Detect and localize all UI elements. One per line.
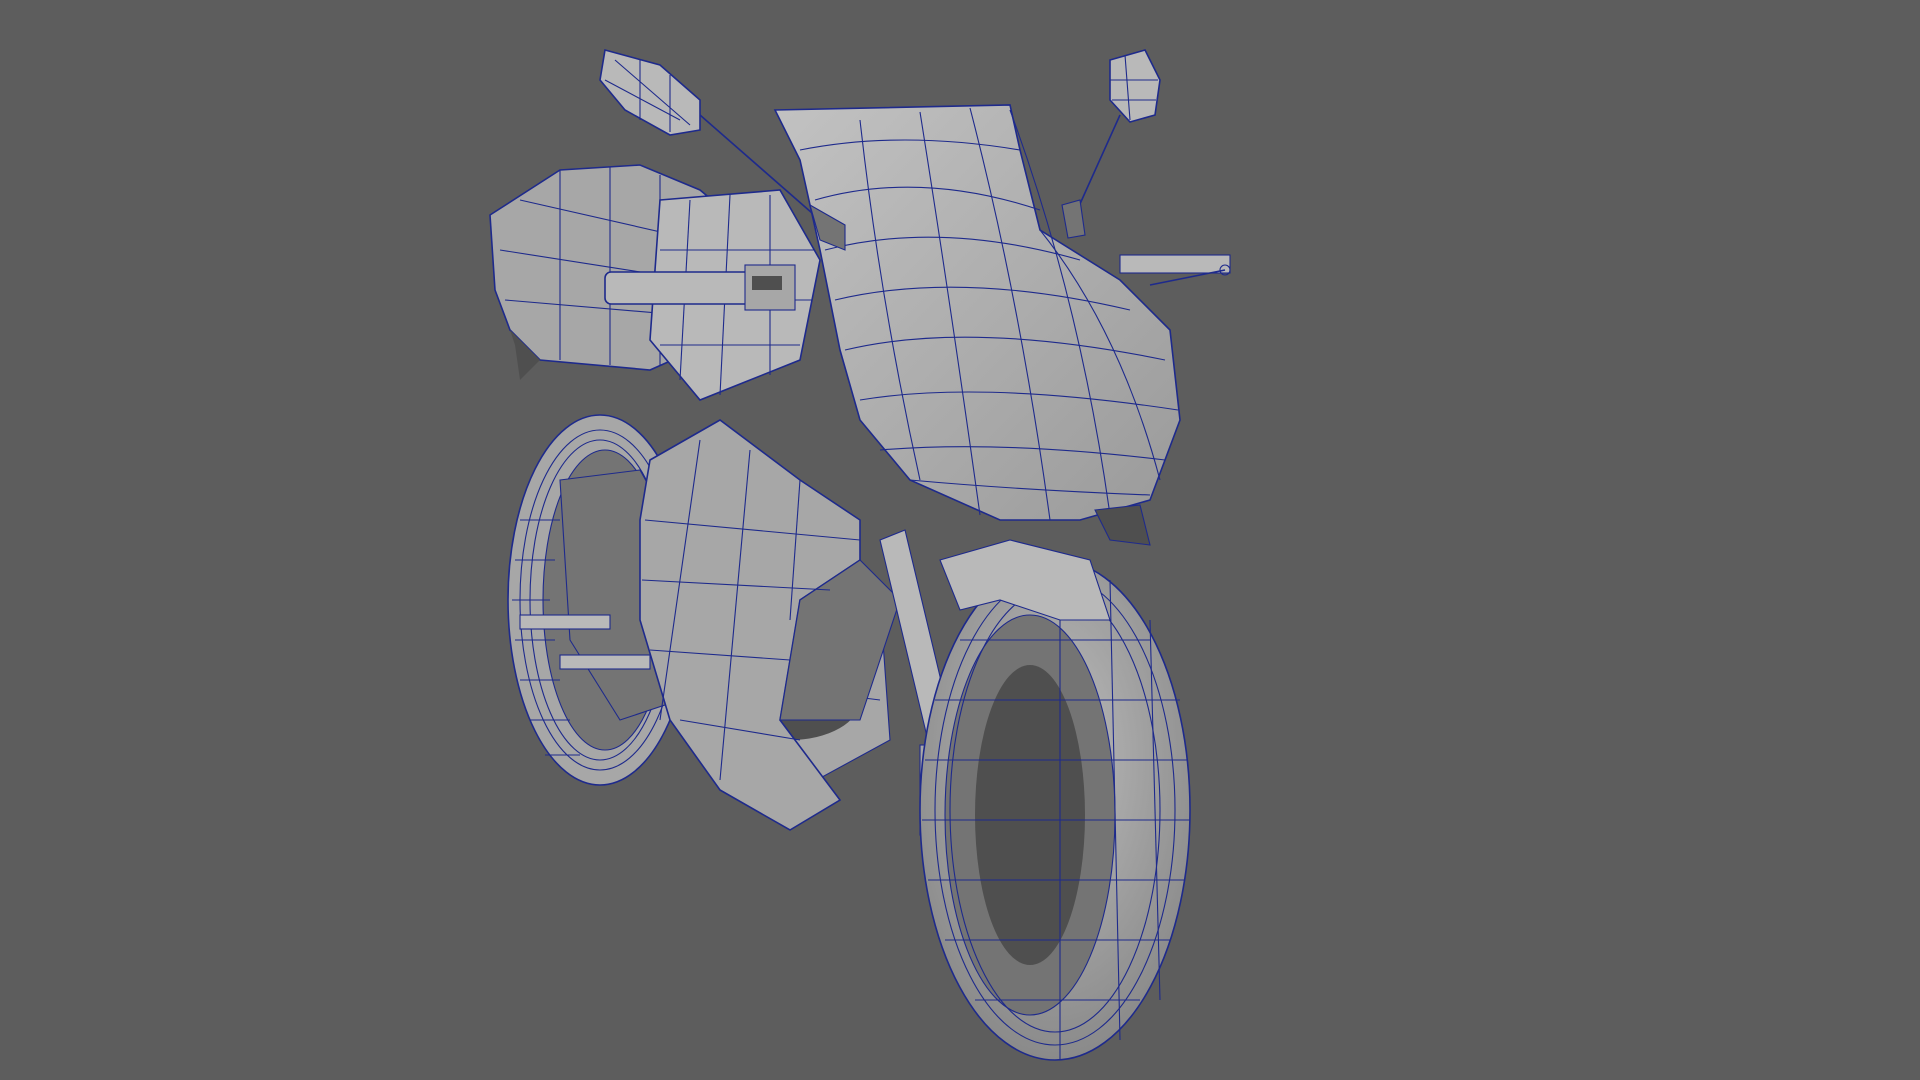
- side-fairing[interactable]: [639, 419, 901, 831]
- handlebar-left[interactable]: [604, 264, 796, 311]
- front-wheel[interactable]: [919, 559, 1191, 1061]
- front-fender[interactable]: [939, 539, 1111, 621]
- handlebar-right[interactable]: [1119, 254, 1231, 286]
- front-fairing[interactable]: [773, 104, 1181, 546]
- mirror-right[interactable]: [1061, 49, 1161, 239]
- 3d-viewport[interactable]: [0, 0, 1920, 1080]
- motorcycle-model[interactable]: [0, 0, 1920, 1080]
